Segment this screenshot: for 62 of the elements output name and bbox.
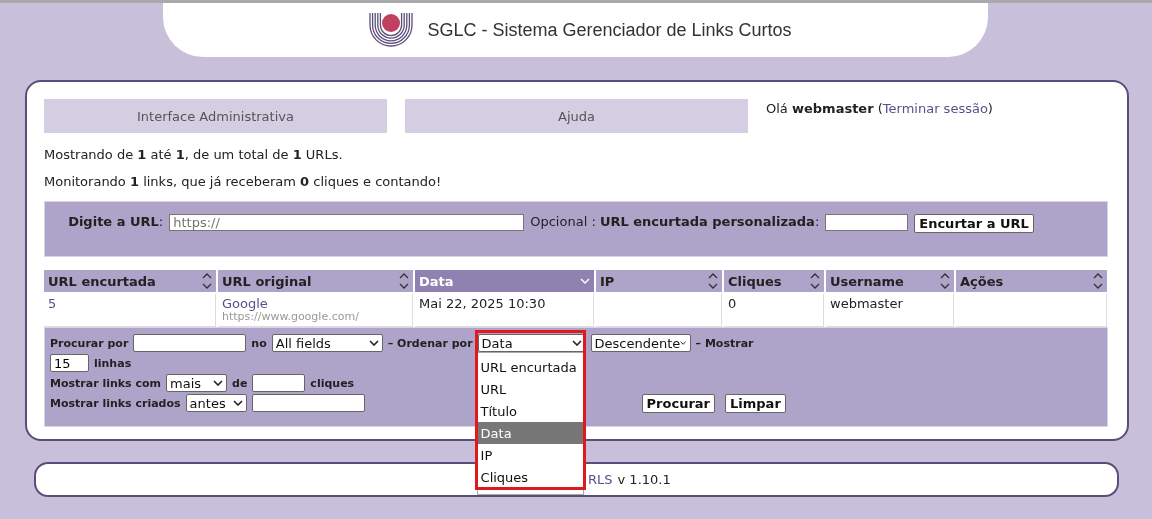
dropdown-option[interactable]: IP <box>477 444 583 466</box>
sort-icon <box>708 273 718 289</box>
summary-text: Mostrando de 1 até 1, de um total de 1 URLs. <box>44 147 344 162</box>
field-select[interactable]: All fields <box>271 334 383 352</box>
column-header[interactable]: IP <box>596 270 722 292</box>
dropdown-option[interactable]: URL <box>477 378 583 400</box>
order-select[interactable]: Data <box>477 334 586 352</box>
clicks-input[interactable] <box>252 374 306 392</box>
column-header[interactable]: Username <box>826 270 954 292</box>
version-text: v 1.10.1 <box>617 472 671 487</box>
search-button[interactable]: Procurar <box>641 393 716 413</box>
sort-icon <box>810 273 820 289</box>
search-input[interactable] <box>133 334 247 352</box>
logout-link[interactable]: Terminar sessão <box>882 101 988 116</box>
caret-icon <box>232 400 243 406</box>
column-header[interactable]: URL original <box>218 270 413 292</box>
sort-icon <box>940 273 950 289</box>
column-header[interactable]: Cliques <box>724 270 824 292</box>
caret-icon <box>213 380 223 386</box>
filter-label: no <box>251 336 267 350</box>
filter-label: – Ordenar por <box>387 336 473 350</box>
date-input[interactable] <box>251 394 365 412</box>
original-url-text: https://www.google.com/ <box>222 311 360 323</box>
short-url-link[interactable]: 5 <box>48 296 57 311</box>
filter-label: Procurar por <box>50 336 129 350</box>
rows-input[interactable]: 15 <box>50 354 89 372</box>
nav-tab[interactable]: Ajuda <box>405 99 748 133</box>
clear-button[interactable]: Limpar <box>725 393 786 413</box>
filter-label: linhas <box>94 356 132 370</box>
caret-icon <box>368 340 379 346</box>
created-select[interactable]: antes <box>185 394 247 412</box>
sort-icon <box>1093 273 1103 289</box>
filter-label: Mostrar links com <box>50 376 161 390</box>
sort-icon <box>399 273 409 289</box>
page-title: SGLC - Sistema Gerenciador de Links Curtos <box>427 19 792 41</box>
footer-link[interactable]: RLS <box>588 472 613 487</box>
greeting-text: Olá webmaster (Terminar sessão) <box>766 100 993 116</box>
summary-text: Monitorando 1 links, que já receberam 0 cliques e contando! <box>44 174 443 189</box>
direction-select[interactable]: Descendente <box>590 334 691 352</box>
dropdown-option[interactable]: Título <box>477 400 583 422</box>
filter-label: Mostrar links criados <box>50 396 181 410</box>
url-label: Digite a URL: <box>68 214 164 229</box>
logo-icon <box>369 13 414 47</box>
filter-label: – Mostrar <box>695 336 754 350</box>
dropdown-option[interactable]: URL encurtada <box>477 356 583 378</box>
sort-icon <box>202 273 212 289</box>
dropdown-option[interactable]: Data <box>477 422 583 444</box>
custom-url-input[interactable] <box>825 214 909 231</box>
caret-icon <box>571 340 582 346</box>
column-header[interactable]: Data <box>415 270 594 292</box>
url-input[interactable]: https:// <box>169 214 525 231</box>
caret-icon <box>680 340 687 346</box>
title-link[interactable]: Google <box>222 296 268 311</box>
shorten-button[interactable]: Encurtar a URL <box>914 214 1034 233</box>
dropdown-option[interactable]: Cliques <box>477 466 583 488</box>
filter-label: cliques <box>310 376 355 390</box>
column-header[interactable]: Ações <box>956 270 1107 292</box>
filter-label: de <box>232 376 248 390</box>
custom-url-label: Opcional : URL encurtada personalizada: <box>530 214 820 229</box>
clicks-select[interactable]: mais <box>166 374 227 392</box>
nav-tab[interactable]: Interface Administrativa <box>44 99 387 133</box>
column-header[interactable]: URL encurtada <box>44 270 216 292</box>
